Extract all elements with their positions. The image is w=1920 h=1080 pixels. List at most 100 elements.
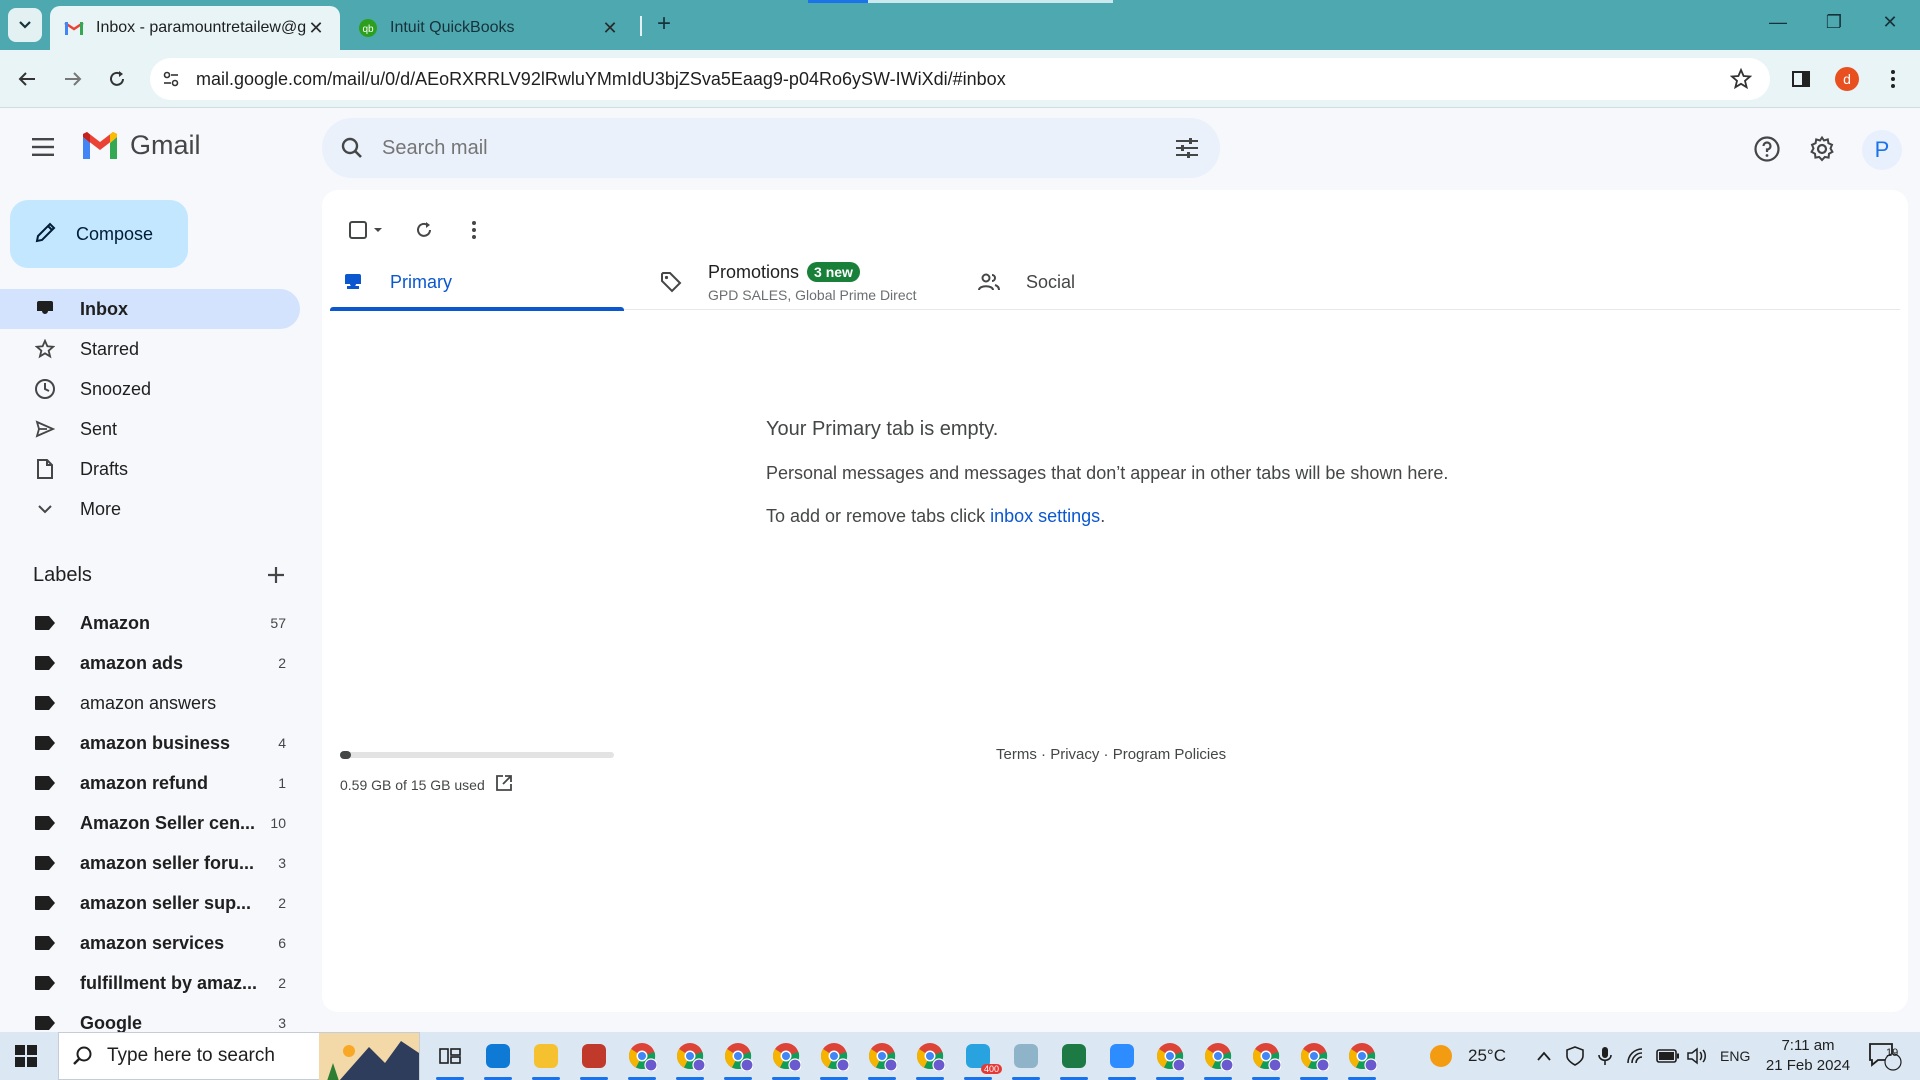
inbox-settings-link[interactable]: inbox settings [990,506,1100,526]
open-in-new-icon[interactable] [495,774,513,795]
forward-button[interactable] [58,64,88,94]
close-window-button[interactable]: ✕ [1876,12,1904,36]
support-button[interactable] [1750,132,1784,166]
label-item[interactable]: amazon business 4 [0,723,300,763]
new-tab-button[interactable]: + [650,10,678,38]
minimize-button[interactable]: — [1764,12,1792,36]
label-count: 6 [278,935,286,951]
sidebar-item-label: Starred [80,338,140,359]
zoom-icon[interactable] [1104,1038,1140,1080]
tab-search-button[interactable] [8,8,42,42]
search-bar[interactable] [322,118,1220,178]
search-input[interactable] [382,136,1122,160]
main-menu-button[interactable] [30,136,58,160]
tab-social[interactable]: Social [966,254,1266,310]
browser-menu-button[interactable] [1878,64,1908,94]
sidebar-item-drafts[interactable]: Drafts [0,449,300,489]
label-item[interactable]: amazon refund 1 [0,763,300,803]
chrome-icon[interactable] [1152,1038,1188,1080]
chrome-profile-user2-icon[interactable] [1248,1038,1284,1080]
tab-promotions[interactable]: Promotions 3 new GPD SALES, Global Prime… [648,254,958,310]
program-policies-link[interactable]: Program Policies [1113,746,1226,763]
close-tab-icon[interactable]: ✕ [306,18,326,39]
account-avatar[interactable]: P [1862,130,1902,170]
site-info-icon[interactable] [150,58,192,100]
security-tray[interactable] [1566,1032,1584,1080]
excel-icon[interactable] [1056,1038,1092,1080]
gmail-logo[interactable]: Gmail [80,130,201,161]
notepad-icon[interactable] [1008,1038,1044,1080]
label-item[interactable]: Amazon Seller cen... 10 [0,803,300,843]
close-tab-icon[interactable]: ✕ [600,18,620,39]
label-item[interactable]: Amazon 57 [0,603,300,643]
sidebar-item-label: Sent [80,418,118,439]
privacy-link[interactable]: Privacy [1050,746,1099,763]
back-button[interactable] [12,64,42,94]
label-item[interactable]: amazon ads 2 [0,643,300,683]
search-icon[interactable] [322,118,382,178]
microphone-tray[interactable] [1598,1032,1612,1080]
terms-link[interactable]: Terms [996,746,1037,763]
sidebar-item-more[interactable]: More [0,489,300,529]
weather-widget[interactable]: 25°C [1428,1032,1506,1080]
more-actions-button[interactable] [454,210,494,250]
start-button[interactable] [14,1044,38,1068]
address-bar[interactable]: mail.google.com/mail/u/0/d/AEoRXRRLV92lR… [150,58,1770,100]
edge-icon[interactable] [480,1038,516,1080]
chrome-profile-user1-icon[interactable] [1200,1038,1236,1080]
search-options-icon[interactable] [1174,136,1200,165]
browser-toolbar: mail.google.com/mail/u/0/d/AEoRXRRLV92lR… [0,50,1920,108]
sidebar-item-snoozed[interactable]: Snoozed [0,369,300,409]
show-hidden-icons[interactable] [1536,1032,1552,1080]
notification-center[interactable]: 19 [1868,1032,1902,1080]
restore-button[interactable]: ❐ [1820,12,1848,36]
label-item[interactable]: amazon seller sup... 2 [0,883,300,923]
tab-primary[interactable]: Primary [330,254,624,311]
chrome-profile-a-icon[interactable] [912,1038,948,1080]
network-tray[interactable] [1626,1032,1648,1080]
browser-tab-quickbooks[interactable]: qb Intuit QuickBooks ✕ [344,6,634,50]
hamburger-icon [32,138,54,156]
reload-button[interactable] [102,64,132,94]
chrome-profile-D-icon[interactable] [864,1038,900,1080]
chrome-profile-b-icon[interactable] [672,1038,708,1080]
label-count: 1 [278,775,286,791]
label-item[interactable]: amazon seller foru... 3 [0,843,300,883]
file-explorer-icon[interactable] [528,1038,564,1080]
sidebar-item-sent[interactable]: Sent [0,409,300,449]
volume-tray[interactable] [1686,1032,1708,1080]
chrome-profile-d3-icon[interactable] [768,1038,804,1080]
chrome-profile-user4-icon[interactable] [1344,1038,1380,1080]
sidebar-item-label: Snoozed [80,378,152,399]
label-item[interactable]: amazon answers [0,683,300,723]
taskbar-search[interactable]: Type here to search [58,1032,420,1080]
label-name: amazon services [80,932,225,953]
telegram-unread-badge: 400 [980,1064,1002,1074]
bookmark-star-icon[interactable] [1729,67,1753,95]
chrome-profile-d-icon[interactable] [624,1038,660,1080]
create-label-button[interactable] [266,562,286,590]
task-view-icon[interactable] [432,1038,468,1080]
snipping-tool-icon[interactable] [576,1038,612,1080]
telegram-icon[interactable]: 400 [960,1038,1002,1080]
chrome-profile-rc-icon[interactable] [816,1038,852,1080]
settings-button[interactable] [1805,132,1839,166]
select-all-checkbox[interactable] [340,210,396,250]
label-item[interactable]: fulfillment by amaz... 2 [0,963,300,1003]
refresh-button[interactable] [404,210,444,250]
language-indicator[interactable]: ENG [1720,1032,1750,1080]
sidebar-item-inbox[interactable]: Inbox [0,289,300,329]
side-panel-button[interactable] [1786,64,1816,94]
taskbar-clock[interactable]: 7:11 am 21 Feb 2024 [1762,1036,1854,1076]
chrome-profile-user3-icon[interactable] [1296,1038,1332,1080]
label-item[interactable]: amazon services 6 [0,923,300,963]
chrome-profile-d2-icon[interactable] [720,1038,756,1080]
sidebar-item-starred[interactable]: Starred [0,329,300,369]
browser-tab-gmail[interactable]: Inbox - paramountretailew@gm ✕ [50,6,340,50]
profile-button[interactable]: d [1832,64,1862,94]
battery-tray[interactable] [1656,1032,1680,1080]
notification-count: 19 [1886,1047,1899,1059]
label-icon [34,815,56,831]
label-count: 57 [270,615,286,631]
compose-button[interactable]: Compose [10,200,188,268]
